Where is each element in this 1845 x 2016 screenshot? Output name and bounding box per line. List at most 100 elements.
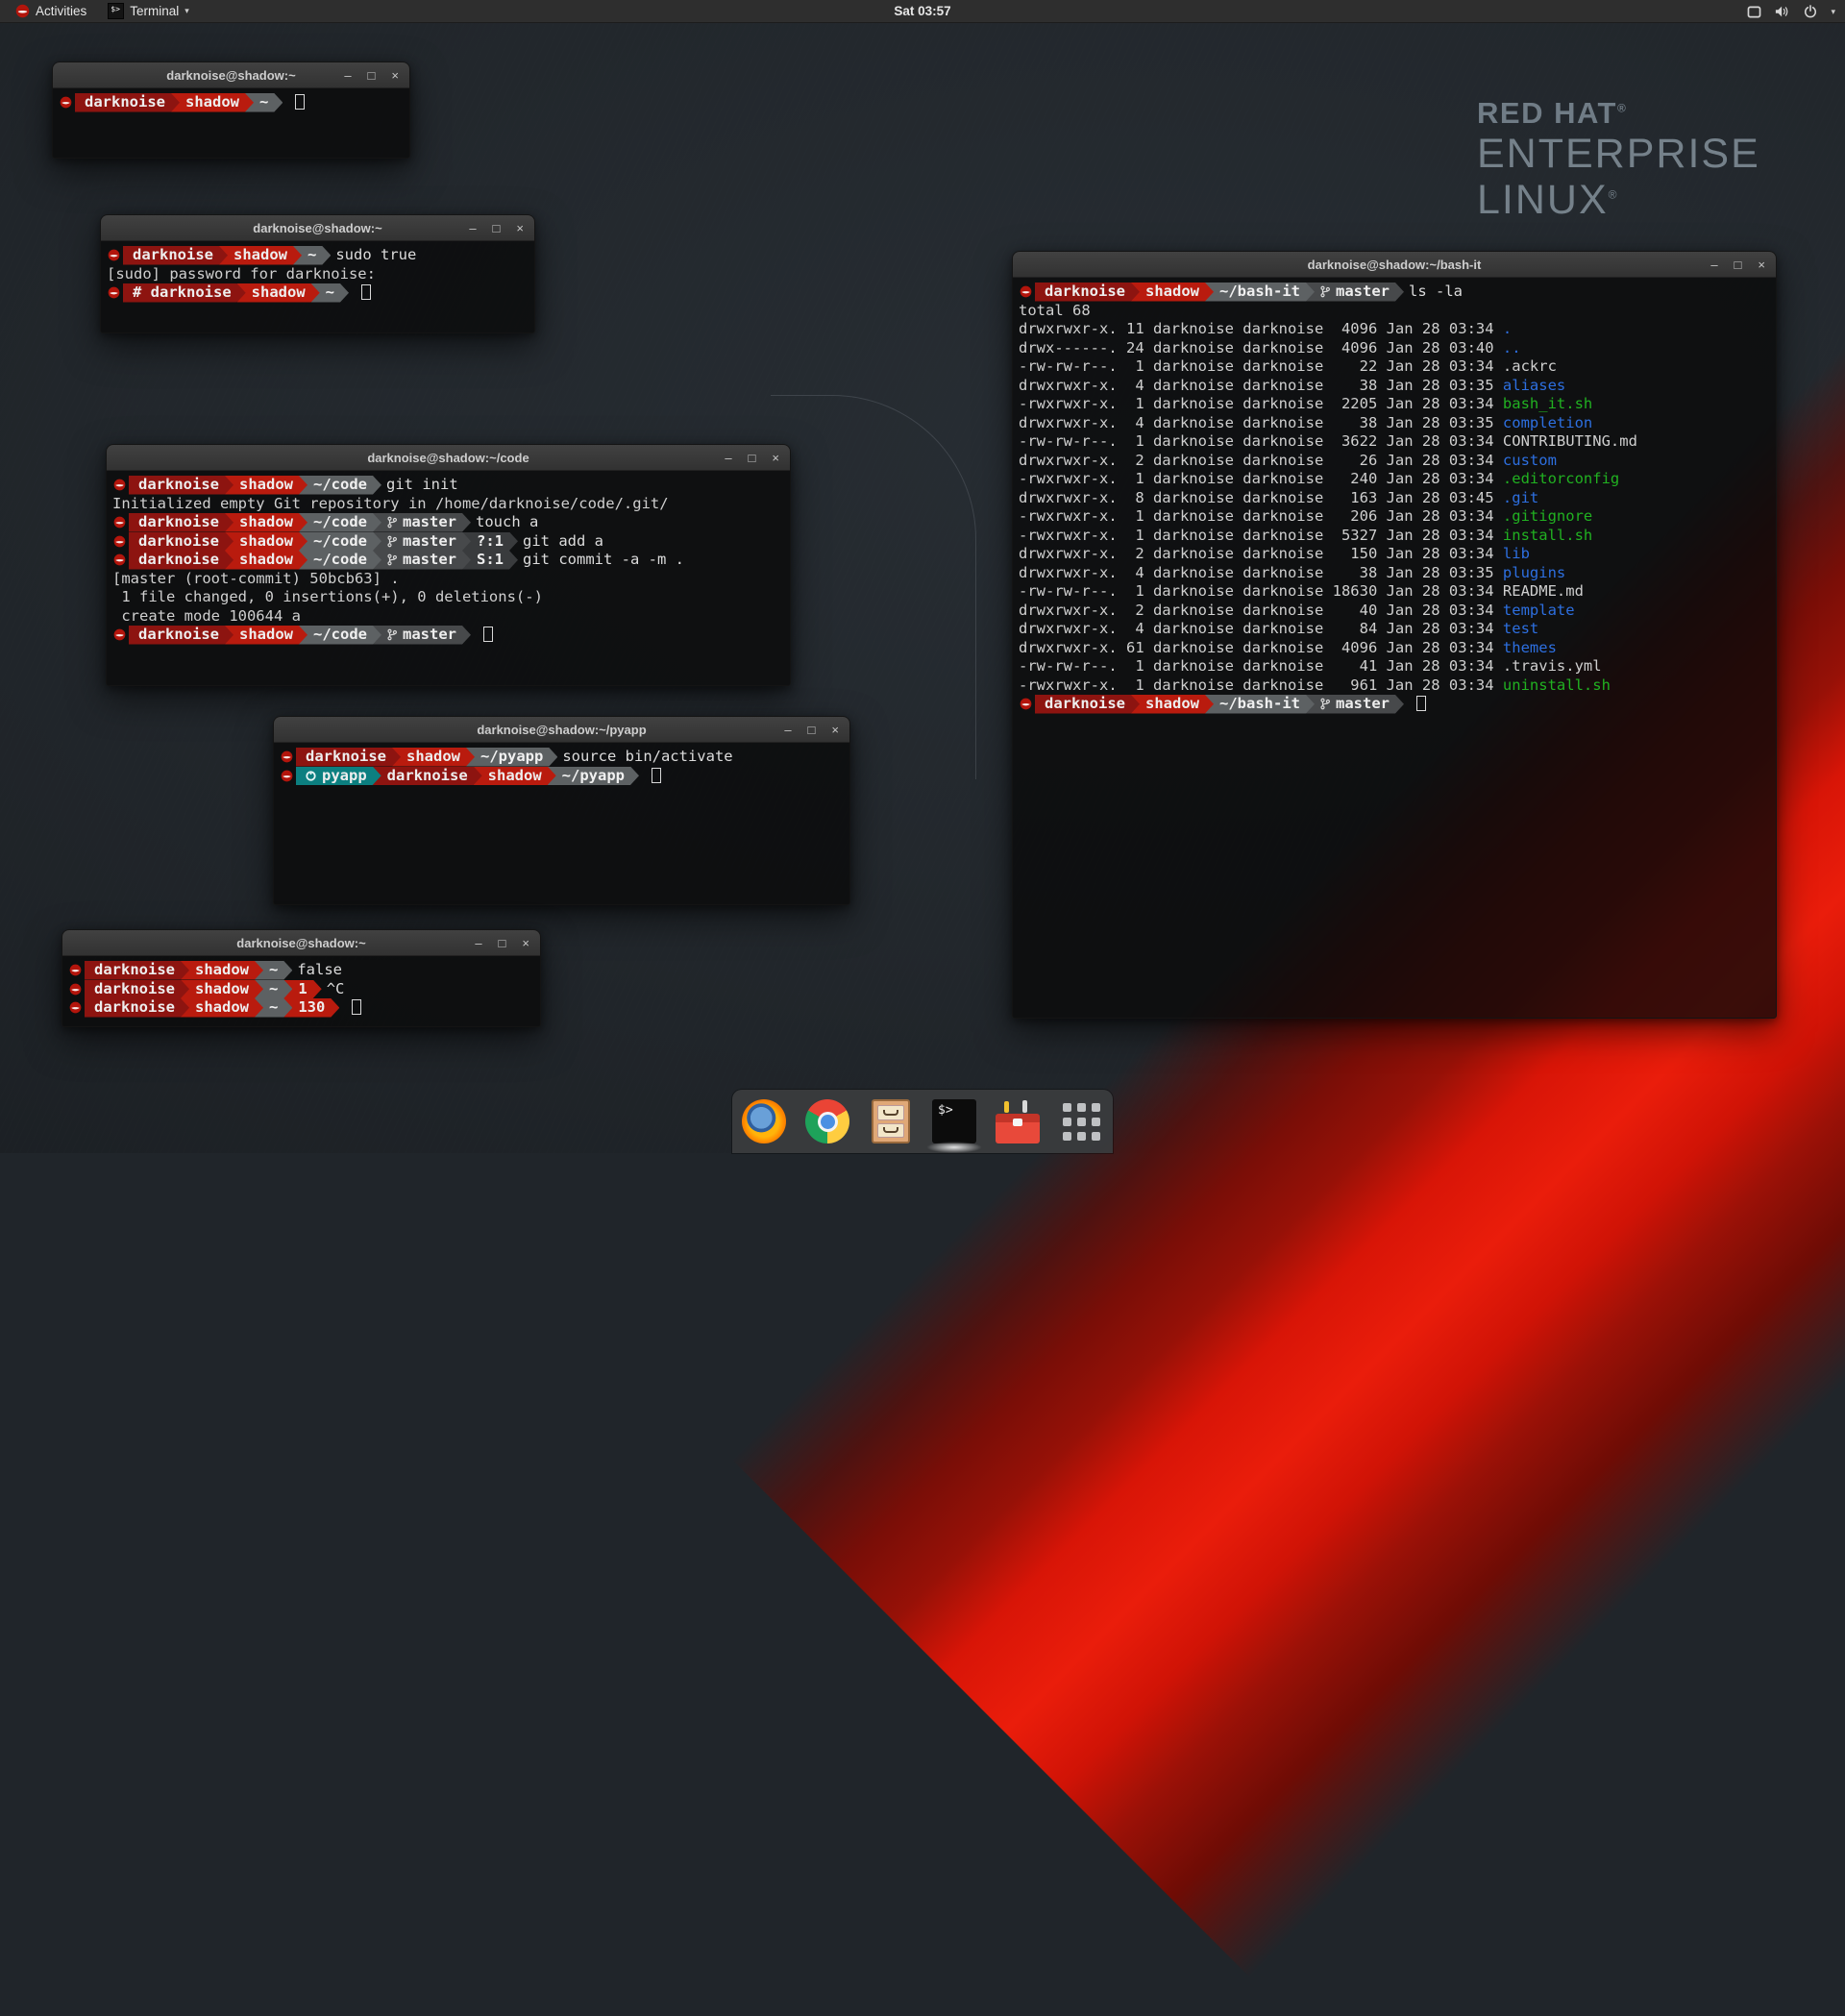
ls-entry-name: CONTRIBUTING.md — [1503, 432, 1637, 450]
chevron-down-icon: ▾ — [184, 6, 189, 16]
terminal-window-pyapp[interactable]: darknoise@shadow:~/pyapp – □ × darknoiseshad… — [273, 716, 850, 905]
window-title: darknoise@shadow:~/pyapp — [477, 723, 646, 737]
minimize-button[interactable]: – — [1710, 258, 1717, 271]
app-menu-terminal[interactable]: $> Terminal ▾ — [100, 0, 197, 23]
output-text: total 68 — [1016, 302, 1091, 319]
terminal-body[interactable]: darknoiseshadow~ — [53, 88, 409, 117]
maximize-button[interactable]: □ — [493, 222, 501, 234]
terminal-line: -rwxrwxr-x. 1 darknoise darknoise 206 Ja… — [1016, 507, 1773, 527]
dock-item-chrome[interactable] — [804, 1098, 850, 1144]
close-button[interactable]: × — [1758, 258, 1765, 271]
terminal-line: -rwxrwxr-x. 1 darknoise darknoise 5327 J… — [1016, 527, 1773, 546]
terminal-line: darknoiseshadow~sudo true — [104, 246, 531, 265]
screen-share-icon[interactable] — [1747, 6, 1761, 18]
dock-item-app-grid[interactable] — [1058, 1098, 1104, 1144]
terminal-body[interactable]: darknoiseshadow~sudo true[sudo] password… — [101, 241, 534, 307]
terminal-cursor — [652, 768, 661, 783]
minimize-button[interactable]: – — [469, 222, 476, 234]
redhat-prompt-icon — [110, 532, 129, 552]
window-titlebar[interactable]: darknoise@shadow:~/bash-it–□× — [1013, 252, 1776, 278]
prompt-git-branch-segment: master — [373, 532, 471, 552]
close-button[interactable]: × — [772, 452, 779, 464]
minimize-button[interactable]: – — [344, 69, 351, 82]
ls-entry-details: -rw-rw-r--. 1 darknoise darknoise 41 Jan… — [1016, 657, 1503, 675]
window-titlebar[interactable]: darknoise@shadow:~–□× — [53, 62, 409, 88]
redhat-prompt-icon — [65, 980, 85, 999]
window-titlebar[interactable]: darknoise@shadow:~/pyapp – □ × — [274, 717, 849, 743]
terminal-line: -rw-rw-r--. 1 darknoise darknoise 41 Jan… — [1016, 657, 1773, 676]
terminal-line: drwxrwxr-x. 4 darknoise darknoise 38 Jan… — [1016, 564, 1773, 583]
prompt-user-segment: darknoise — [129, 513, 234, 532]
prompt-host-segment: shadow — [225, 532, 308, 552]
terminal-body[interactable]: darknoiseshadow~/bash-itmasterls -latota… — [1013, 278, 1776, 719]
system-menu-chevron-icon[interactable]: ▾ — [1831, 7, 1835, 17]
terminal-cursor — [1416, 696, 1426, 711]
dock-item-firefox[interactable] — [741, 1098, 787, 1144]
close-button[interactable]: × — [391, 69, 399, 82]
terminal-line: total 68 — [1016, 302, 1773, 321]
activities-button[interactable]: Activities — [8, 0, 94, 23]
brand-line-1: RED HAT® — [1477, 96, 1760, 131]
minimize-button[interactable]: – — [475, 937, 481, 949]
ls-entry-name: uninstall.sh — [1503, 676, 1611, 694]
terminal-cursor — [295, 94, 305, 110]
maximize-button[interactable]: □ — [808, 724, 816, 736]
minimize-button[interactable]: – — [784, 724, 791, 736]
window-titlebar[interactable]: darknoise@shadow:~/code–□× — [107, 445, 790, 471]
terminal-line: drwxrwxr-x. 4 darknoise darknoise 84 Jan… — [1016, 620, 1773, 639]
terminal-window-sudo[interactable]: darknoise@shadow:~–□×darknoiseshadow~sud… — [100, 214, 535, 333]
prompt-user-segment: darknoise — [373, 767, 482, 786]
ls-entry-details: drwxrwxr-x. 4 darknoise darknoise 38 Jan… — [1016, 377, 1503, 394]
dock-item-terminal[interactable]: $> — [931, 1098, 977, 1144]
prompt-path-segment: ~/bash-it — [1205, 695, 1315, 714]
close-button[interactable]: × — [522, 937, 529, 949]
terminal-body[interactable]: darknoiseshadow~falsedarknoiseshadow~1^C… — [62, 956, 540, 1022]
close-button[interactable]: × — [516, 222, 524, 234]
prompt-user-segment: darknoise — [85, 998, 189, 1018]
volume-icon[interactable] — [1775, 5, 1790, 18]
terminal-window-home-1[interactable]: darknoise@shadow:~–□×darknoiseshadow~ — [52, 61, 410, 159]
dock-item-file-manager[interactable] — [868, 1098, 914, 1144]
ls-entry-name: .. — [1503, 339, 1521, 356]
maximize-button[interactable]: □ — [499, 937, 506, 949]
dock-item-toolbox[interactable] — [995, 1098, 1041, 1144]
terminal-cursor — [361, 284, 371, 300]
ls-entry-name: completion — [1503, 414, 1592, 431]
terminal-line: darknoiseshadow~false — [65, 961, 537, 980]
terminal-line: drwxrwxr-x. 11 darknoise darknoise 4096 … — [1016, 320, 1773, 339]
terminal-line: Initialized empty Git repository in /hom… — [110, 495, 787, 514]
terminal-line: -rwxrwxr-x. 1 darknoise darknoise 2205 J… — [1016, 395, 1773, 414]
prompt-user-segment: darknoise — [129, 626, 234, 645]
ls-entry-name: themes — [1503, 639, 1557, 656]
ls-entry-details: drwxrwxr-x. 4 darknoise darknoise 38 Jan… — [1016, 564, 1503, 581]
terminal-line: -rwxrwxr-x. 1 darknoise darknoise 961 Ja… — [1016, 676, 1773, 696]
close-button[interactable]: × — [831, 724, 839, 736]
terminal-body[interactable]: darknoiseshadow~/codegit initInitialized… — [107, 471, 790, 650]
maximize-button[interactable]: □ — [368, 69, 376, 82]
terminal-window-bash-it[interactable]: darknoise@shadow:~/bash-it–□×darknoisesh… — [1012, 251, 1777, 1019]
terminal-line: -rw-rw-r--. 1 darknoise darknoise 18630 … — [1016, 582, 1773, 602]
terminal-window-code[interactable]: darknoise@shadow:~/code–□×darknoiseshado… — [106, 444, 791, 686]
terminal-running-indicator — [926, 1142, 982, 1153]
power-icon[interactable] — [1804, 5, 1817, 18]
prompt-host-segment: shadow — [1131, 283, 1214, 302]
prompt-user-segment: darknoise — [85, 980, 189, 999]
redhat-prompt-icon — [65, 998, 85, 1018]
prompt-user-segment: darknoise — [129, 551, 234, 570]
maximize-button[interactable]: □ — [749, 452, 756, 464]
prompt-path-segment: ~/pyapp — [466, 748, 557, 767]
maximize-button[interactable]: □ — [1734, 258, 1742, 271]
terminal-body[interactable]: darknoiseshadow~/pyappsource bin/activat… — [274, 743, 849, 790]
redhat-icon — [15, 4, 30, 18]
prompt-host-segment: shadow — [392, 748, 475, 767]
terminal-line: drwxrwxr-x. 2 darknoise darknoise 150 Ja… — [1016, 545, 1773, 564]
minimize-button[interactable]: – — [725, 452, 731, 464]
prompt-git-branch-segment: master — [373, 551, 471, 570]
command-text: ls -la — [1409, 283, 1463, 300]
prompt-host-segment: shadow — [1131, 695, 1214, 714]
clock[interactable]: Sat 03:57 — [894, 4, 950, 18]
redhat-prompt-icon — [56, 93, 75, 112]
window-titlebar[interactable]: darknoise@shadow:~–□× — [101, 215, 534, 241]
terminal-window-home-2[interactable]: darknoise@shadow:~–□×darknoiseshadow~fal… — [62, 929, 541, 1027]
window-titlebar[interactable]: darknoise@shadow:~–□× — [62, 930, 540, 956]
